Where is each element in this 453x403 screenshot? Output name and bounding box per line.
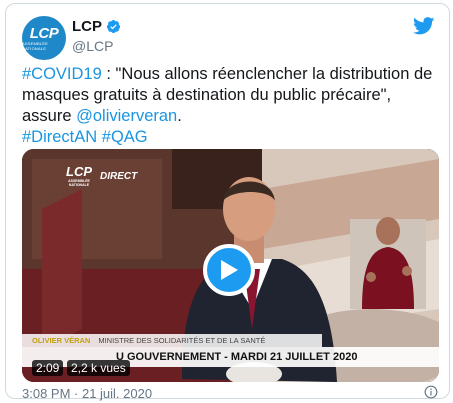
video-player[interactable]: LCP ASSEMBLÉE NATIONALE DIRECT OLIVIER V… bbox=[22, 149, 439, 382]
account-name-row[interactable]: LCP bbox=[72, 18, 121, 35]
tweet-body-part2: . bbox=[177, 107, 182, 125]
video-views: 2,2 k vues bbox=[67, 360, 130, 376]
speaker-role: MINISTRE DES SOLIDARITÉS ET DE LA SANTÉ bbox=[98, 336, 266, 345]
channel-logo: LCP ASSEMBLÉE NATIONALE bbox=[64, 165, 94, 189]
hashtag-covid19[interactable]: #COVID19 bbox=[22, 65, 102, 83]
video-duration: 2:09 bbox=[32, 360, 64, 376]
avatar-logo-text: LCP bbox=[29, 24, 59, 42]
speaker-caption: OLIVIER VÉRAN MINISTRE DES SOLIDARITÉS ET… bbox=[22, 334, 322, 347]
tweet-card[interactable]: LCP ASSEMBLÉE NATIONALE LCP @LCP #COVID1… bbox=[5, 3, 450, 401]
mention-olivierveran[interactable]: @olivierveran bbox=[76, 107, 177, 125]
avatar-logo-subtext: ASSEMBLÉE NATIONALE bbox=[22, 40, 49, 51]
account-handle[interactable]: @LCP bbox=[72, 38, 113, 54]
hashtag-directan[interactable]: #DirectAN bbox=[22, 128, 97, 146]
channel-logo-subtext: ASSEMBLÉE NATIONALE bbox=[68, 179, 90, 187]
channel-logo-text: LCP bbox=[66, 164, 92, 179]
play-button[interactable] bbox=[203, 244, 255, 296]
tweet-text: #COVID19 : "Nous allons réenclencher la … bbox=[22, 64, 438, 148]
info-icon[interactable] bbox=[424, 385, 438, 399]
live-label: DIRECT bbox=[100, 171, 138, 182]
verified-icon bbox=[106, 19, 121, 34]
avatar[interactable]: LCP ASSEMBLÉE NATIONALE bbox=[22, 16, 66, 60]
tweet-timestamp[interactable]: 3:08 PM · 21 juil. 2020 bbox=[22, 386, 152, 401]
hashtag-qag[interactable]: #QAG bbox=[102, 128, 148, 146]
speaker-name: OLIVIER VÉRAN bbox=[32, 336, 91, 345]
play-icon bbox=[221, 260, 238, 280]
twitter-bird-icon[interactable] bbox=[413, 17, 435, 35]
account-name[interactable]: LCP bbox=[72, 18, 102, 35]
